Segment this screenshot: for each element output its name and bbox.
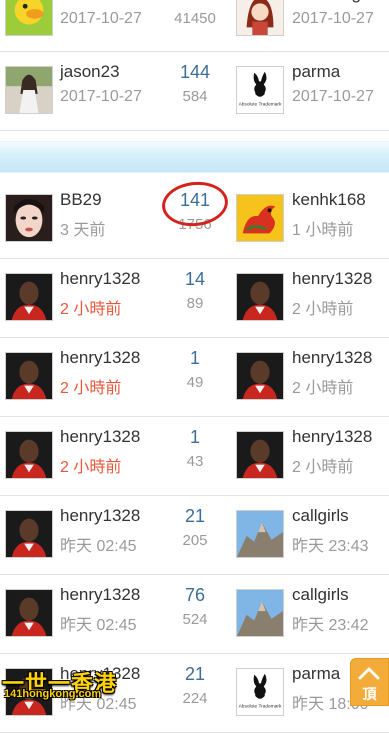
thread-row[interactable]: henry1328 2 小時前 14 89 henry1328 2 小時前 [0,259,389,338]
bunny-logo-avatar-icon[interactable]: Absolute Trademark [236,66,284,114]
woman-photo-avatar-icon[interactable] [5,66,53,114]
last-poster[interactable]: henry1328 [292,269,372,289]
post-time: 2 小時前 [60,459,122,476]
thread-row[interactable]: henry1328 2 小時前 1 49 henry1328 2 小時前 [0,338,389,417]
last-poster[interactable]: parma [292,62,340,82]
chevron-up-icon [358,667,380,680]
thread-row[interactable]: jason23 2017-10-27 144 584 Absolute Trad… [0,52,389,131]
duck-avatar-icon[interactable] [5,0,53,36]
reply-count[interactable]: 144 [150,62,240,83]
bunny-caption: Absolute Trademark [239,101,282,107]
post-time: 2 小時前 [60,380,122,397]
man-avatar-icon[interactable] [5,273,53,321]
reply-count[interactable]: 1 [150,348,240,369]
thread-row[interactable]: BB29 3 天前 141 1756 kenhk168 1 小時前 [0,178,389,259]
thread-author[interactable]: henry1328 [60,269,140,289]
reply-count[interactable]: 76 [150,585,240,606]
thread-author[interactable]: henry1328 [60,506,140,526]
dragon-avatar-icon[interactable] [236,194,284,242]
bunny-logo-avatar-icon[interactable]: Absolute Trademark [236,668,284,716]
thread-author[interactable]: ess [60,0,86,4]
view-count: 524 [182,611,208,628]
last-poster[interactable]: callgirls [292,585,349,605]
reply-count[interactable]: 21 [150,506,240,527]
woman-face-avatar-icon[interactable] [5,194,53,242]
man-avatar-icon[interactable] [236,431,284,479]
last-poster[interactable]: kenhk168 [292,190,366,210]
post-time: 2017-10-27 [60,88,142,105]
last-poster[interactable]: henry1328 [292,427,372,447]
section-divider [0,141,389,173]
post-time: 2017-10-27 [60,10,142,27]
view-count: 584 [182,88,208,105]
thread-list: ess 2017-10-27 78 41450 notakmig 2017-10… [0,0,389,733]
post-time: 2 小時前 [60,301,122,318]
man-avatar-icon[interactable] [5,510,53,558]
bunny-caption: Absolute Trademark [239,703,282,709]
back-to-top-button[interactable]: 頂 [350,658,389,706]
view-count: 49 [186,374,204,391]
reply-count[interactable]: 1 [150,427,240,448]
view-count: 224 [182,690,208,707]
reply-count[interactable]: 14 [150,269,240,290]
thread-author[interactable]: henry1328 [60,427,140,447]
last-post-time[interactable]: 昨天 23:43 [292,532,369,556]
view-count: 205 [182,532,208,549]
man-avatar-icon[interactable] [236,352,284,400]
last-poster[interactable]: notakmig [292,0,361,4]
reply-count[interactable]: 78 [150,0,240,5]
reply-count[interactable]: 21 [150,664,240,685]
last-poster[interactable]: parma [292,664,340,684]
last-post-time[interactable]: 2 小時前 [292,295,353,319]
last-post-time[interactable]: 2 小時前 [292,374,353,398]
view-count: 43 [186,453,204,470]
last-poster[interactable]: callgirls [292,506,349,526]
thread-row[interactable]: henry1328 昨天 02:45 76 524 callgirls 昨天 2… [0,575,389,654]
man-avatar-icon[interactable] [236,273,284,321]
last-poster[interactable]: henry1328 [292,348,372,368]
view-count: 89 [186,295,204,312]
site-logo[interactable]: 一世一香港 141hongkong.com [0,666,128,706]
thread-author[interactable]: jason23 [60,62,120,82]
man-avatar-icon[interactable] [5,431,53,479]
mountain-avatar-icon[interactable] [236,589,284,637]
view-count: 41450 [174,10,216,27]
post-time: 3 天前 [60,222,106,239]
thread-author[interactable]: henry1328 [60,585,140,605]
thread-row[interactable]: henry1328 2 小時前 1 43 henry1328 2 小時前 [0,417,389,496]
site-logo-domain: 141hongkong.com [4,688,102,700]
thread-author[interactable]: BB29 [60,190,102,210]
last-post-time[interactable]: 2017-10-27 [292,10,374,28]
last-post-time[interactable]: 2017-10-27 [292,88,374,106]
man-avatar-icon[interactable] [5,589,53,637]
man-avatar-icon[interactable] [5,352,53,400]
thread-row[interactable]: henry1328 昨天 02:45 21 205 callgirls 昨天 2… [0,496,389,575]
post-time: 昨天 02:45 [60,538,137,555]
anime-girl-avatar-icon[interactable] [236,0,284,36]
last-post-time[interactable]: 昨天 23:42 [292,611,369,635]
last-post-time[interactable]: 2 小時前 [292,453,353,477]
mountain-avatar-icon[interactable] [236,510,284,558]
thread-author[interactable]: henry1328 [60,348,140,368]
back-to-top-label: 頂 [362,686,377,702]
last-post-time[interactable]: 1 小時前 [292,216,353,240]
post-time: 昨天 02:45 [60,617,137,634]
thread-row[interactable]: ess 2017-10-27 78 41450 notakmig 2017-10… [0,0,389,52]
